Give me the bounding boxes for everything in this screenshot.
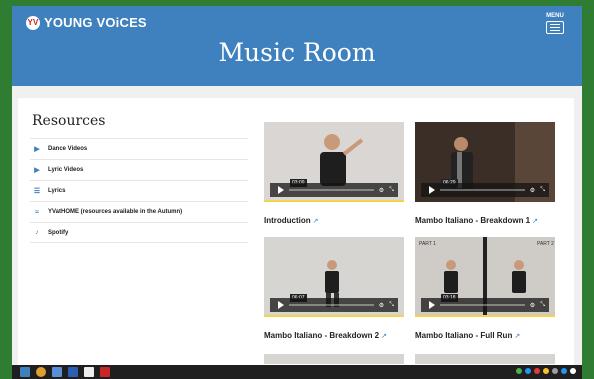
app-icon[interactable] xyxy=(52,367,62,377)
video-icon: ▶ xyxy=(34,167,40,174)
resource-item-yvathome[interactable]: ≈ YVatHOME (resources available in the A… xyxy=(30,201,248,222)
part-1-label: PART 1 xyxy=(419,241,436,247)
video-title-row[interactable]: Mambo Italiano - Breakdown 2 ↗ xyxy=(264,331,387,340)
site-header: YV YOUNG VOiCES MENU Music Room xyxy=(12,6,582,86)
video-thumbnail-partial[interactable] xyxy=(415,354,555,364)
video-thumbnail[interactable]: 06:07 ⚙ ⤡ xyxy=(264,237,404,317)
video-thumbnail-partial[interactable] xyxy=(264,354,404,364)
video-title: Mambo Italiano - Full Run xyxy=(415,331,513,340)
video-controls[interactable]: ⚙ ⤡ xyxy=(421,183,549,197)
browser-viewport: YV YOUNG VOiCES MENU Music Room Resource… xyxy=(12,6,582,365)
app-icon[interactable] xyxy=(84,367,94,377)
video-icon: ▶ xyxy=(34,146,40,153)
video-title-row[interactable]: Introduction ↗ xyxy=(264,216,319,225)
tray-icon[interactable] xyxy=(552,368,558,374)
fullscreen-icon[interactable]: ⤡ xyxy=(540,302,545,309)
resource-item-lyrics[interactable]: ☰ Lyrics xyxy=(30,180,248,201)
progress-bar[interactable] xyxy=(440,304,525,306)
logo-badge: YV xyxy=(26,15,40,30)
video-title-row[interactable]: Mambo Italiano - Full Run ↗ xyxy=(415,331,520,340)
resource-label: YVatHOME (resources available in the Aut… xyxy=(48,209,183,215)
app-icon[interactable] xyxy=(20,367,30,377)
external-link-icon[interactable]: ↗ xyxy=(532,218,538,225)
settings-icon[interactable]: ⚙ xyxy=(379,302,384,309)
tray-icon[interactable] xyxy=(516,368,522,374)
video-controls[interactable]: ⚙ ⤡ xyxy=(421,298,549,312)
play-icon[interactable] xyxy=(278,186,284,194)
tray-icon[interactable] xyxy=(525,368,531,374)
system-tray xyxy=(516,368,576,374)
progress-bar[interactable] xyxy=(289,189,374,191)
video-title: Mambo Italiano - Breakdown 2 xyxy=(264,331,380,340)
tray-icon[interactable] xyxy=(561,368,567,374)
tray-icon[interactable] xyxy=(570,368,576,374)
os-taskbar xyxy=(12,365,582,379)
external-link-icon[interactable]: ↗ xyxy=(313,218,319,225)
video-title-row[interactable]: Mambo Italiano - Breakdown 1 ↗ xyxy=(415,216,538,225)
resources-title: Resources xyxy=(32,113,106,129)
part-2-label: PART 2 xyxy=(537,241,554,247)
tray-icon[interactable] xyxy=(534,368,540,374)
settings-icon[interactable]: ⚙ xyxy=(530,187,535,194)
menu-button[interactable]: MENU xyxy=(544,13,566,34)
progress-bar[interactable] xyxy=(440,189,525,191)
resource-label: Lyrics xyxy=(48,188,66,194)
fullscreen-icon[interactable]: ⤡ xyxy=(540,187,545,194)
settings-icon[interactable]: ⚙ xyxy=(530,302,535,309)
resource-item-spotify[interactable]: ♪ Spotify xyxy=(30,222,248,243)
site-logo[interactable]: YV YOUNG VOiCES xyxy=(26,15,147,30)
fullscreen-icon[interactable]: ⤡ xyxy=(389,187,394,194)
resource-label: Spotify xyxy=(48,229,69,236)
logo-text: YOUNG VOiCES xyxy=(44,15,147,30)
settings-icon[interactable]: ⚙ xyxy=(379,187,384,194)
external-link-icon[interactable]: ↗ xyxy=(514,333,520,340)
hamburger-icon xyxy=(546,21,564,34)
main-content: Resources ▶ Dance Videos ▶ Lyric Videos … xyxy=(18,98,574,365)
video-controls[interactable]: ⚙ ⤡ xyxy=(270,298,398,312)
video-title: Introduction xyxy=(264,216,311,225)
page-title: Music Room xyxy=(218,38,376,67)
play-icon[interactable] xyxy=(429,186,435,194)
play-icon[interactable] xyxy=(278,301,284,309)
video-thumbnail[interactable]: 03:09 ⚙ ⤡ xyxy=(264,122,404,202)
video-controls[interactable]: ⚙ ⤡ xyxy=(270,183,398,197)
document-icon: ☰ xyxy=(33,188,41,195)
acrobat-icon[interactable] xyxy=(100,367,110,377)
play-icon[interactable] xyxy=(429,301,435,309)
resource-label: Lyric Videos xyxy=(48,167,84,173)
fullscreen-icon[interactable]: ⤡ xyxy=(389,302,394,309)
video-thumbnail[interactable]: 06:29 ⚙ ⤡ xyxy=(415,122,555,202)
menu-label: MENU xyxy=(546,13,564,19)
external-link-icon[interactable]: ↗ xyxy=(381,333,387,340)
music-note-icon: ♪ xyxy=(35,229,39,236)
video-thumbnail[interactable]: PART 1 PART 2 03:18 ⚙ ⤡ xyxy=(415,237,555,317)
video-title: Mambo Italiano - Breakdown 1 xyxy=(415,216,531,225)
tray-icon[interactable] xyxy=(543,368,549,374)
word-icon[interactable] xyxy=(68,367,78,377)
chrome-icon[interactable] xyxy=(36,367,46,377)
wifi-icon: ≈ xyxy=(35,208,39,216)
progress-bar[interactable] xyxy=(289,304,374,306)
resources-list: ▶ Dance Videos ▶ Lyric Videos ☰ Lyrics ≈… xyxy=(30,138,248,243)
resource-item-lyric-videos[interactable]: ▶ Lyric Videos xyxy=(30,159,248,180)
resource-label: Dance Videos xyxy=(48,146,88,152)
resource-item-dance-videos[interactable]: ▶ Dance Videos xyxy=(30,138,248,159)
